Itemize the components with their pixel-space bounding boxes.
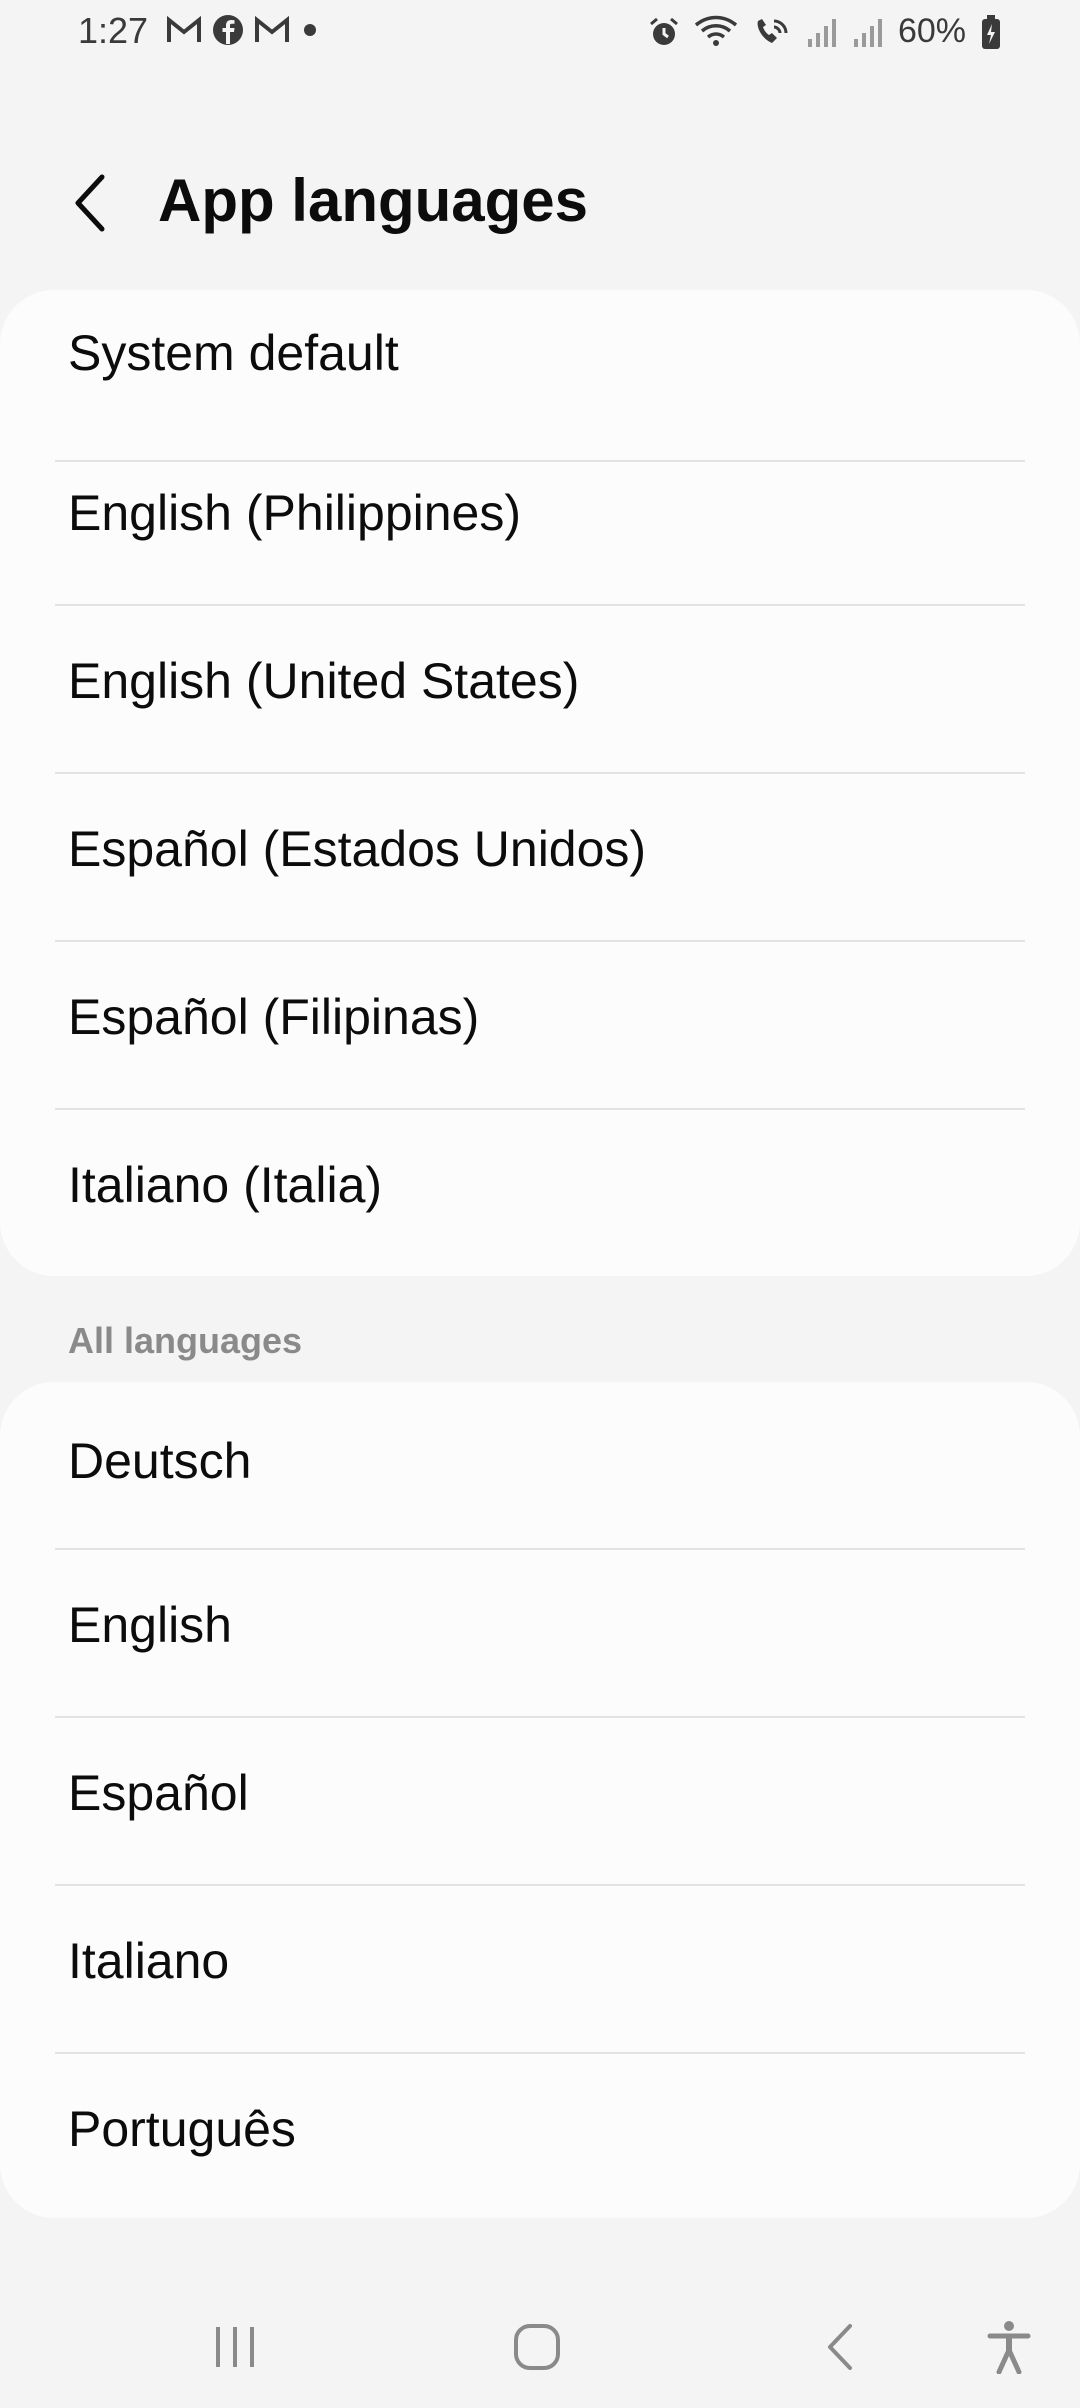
language-label: Español xyxy=(68,1765,249,1821)
all-languages-list: Deutsch English Español Italiano Portugu… xyxy=(0,1382,1080,2218)
language-label: System default xyxy=(68,325,399,381)
language-label: English (Philippines) xyxy=(68,485,522,541)
language-label: Español (Estados Unidos) xyxy=(68,821,647,877)
navigation-bar xyxy=(0,2270,1080,2408)
status-bar: 1:27 60% xyxy=(0,0,1080,64)
wifi-call-icon xyxy=(757,18,788,43)
language-option-portugues[interactable]: Português xyxy=(0,2054,1080,2222)
home-button[interactable] xyxy=(492,2312,582,2382)
recents-button[interactable] xyxy=(190,2312,280,2382)
language-label: English (United States) xyxy=(68,653,580,709)
language-option-english-philippines[interactable]: English (Philippines) xyxy=(0,438,1080,606)
page-title: App languages xyxy=(158,167,589,234)
accessibility-button[interactable] xyxy=(964,2312,1054,2382)
signal-icon xyxy=(807,18,836,47)
battery-percent: 60% xyxy=(897,12,966,50)
system-icons: 60% xyxy=(648,12,1002,51)
language-label: Português xyxy=(68,2101,296,2157)
gmail-icon xyxy=(167,15,201,42)
language-option-italiano-italia[interactable]: Italiano (Italia) xyxy=(0,1110,1080,1278)
home-icon xyxy=(514,2324,560,2370)
language-label: Italiano (Italia) xyxy=(68,1157,383,1213)
language-option-deutsch[interactable]: Deutsch xyxy=(0,1382,1080,1550)
language-option-italiano[interactable]: Italiano xyxy=(0,1886,1080,2054)
back-button[interactable] xyxy=(58,168,122,238)
all-languages-header: All languages xyxy=(68,1320,303,1361)
language-option-system-default[interactable]: System default xyxy=(0,290,1080,462)
notification-icons xyxy=(166,14,320,46)
language-option-espanol-filipinas[interactable]: Español (Filipinas) xyxy=(0,942,1080,1110)
suggested-languages-list: System default English (Philippines) Eng… xyxy=(0,290,1080,1276)
language-label: English xyxy=(68,1597,232,1653)
gmail-icon xyxy=(255,15,289,42)
dot-icon xyxy=(304,24,316,36)
battery-icon xyxy=(982,14,1000,49)
status-time: 1:27 xyxy=(78,10,149,51)
language-label: Italiano xyxy=(68,1933,230,1989)
language-label: Deutsch xyxy=(68,1433,252,1489)
chevron-left-icon xyxy=(75,174,105,232)
recents-icon xyxy=(216,2327,254,2367)
facebook-icon xyxy=(213,15,243,45)
alarm-icon xyxy=(649,17,678,45)
nav-back-button[interactable] xyxy=(795,2312,885,2382)
language-option-english-us[interactable]: English (United States) xyxy=(0,606,1080,774)
language-option-espanol-estados-unidos[interactable]: Español (Estados Unidos) xyxy=(0,774,1080,942)
accessibility-icon xyxy=(987,2321,1031,2374)
back-icon xyxy=(828,2324,852,2370)
language-option-espanol[interactable]: Español xyxy=(0,1718,1080,1886)
language-label: Español (Filipinas) xyxy=(68,989,480,1045)
language-option-english[interactable]: English xyxy=(0,1550,1080,1718)
app-bar: App languages xyxy=(0,150,1080,260)
wifi-icon xyxy=(694,15,738,46)
signal-icon xyxy=(853,18,882,47)
